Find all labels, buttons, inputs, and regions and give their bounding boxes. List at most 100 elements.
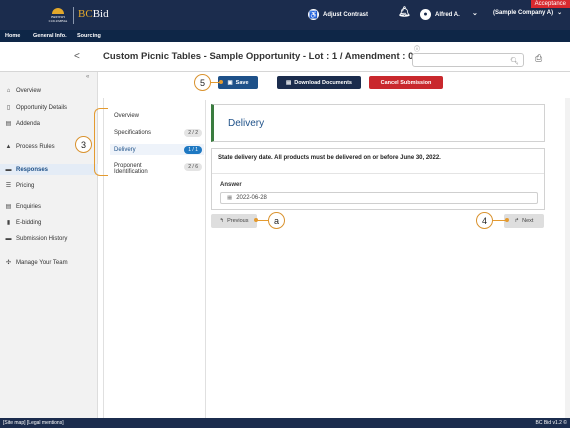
user-avatar-icon: ●: [420, 9, 431, 20]
sidebar-item-label: Overview: [16, 87, 42, 94]
section-count-badge: 2 / 6: [184, 163, 202, 171]
answer-value: 2022-06-28: [236, 195, 267, 201]
page-title: Custom Picnic Tables - Sample Opportunit…: [103, 51, 414, 62]
back-button[interactable]: <: [74, 51, 80, 62]
annotation-marker: 4: [476, 212, 493, 229]
home-icon: ⌂: [6, 87, 11, 94]
sidebar-item-label: Responses: [16, 166, 49, 173]
history-icon: ▬: [5, 235, 12, 242]
previous-label: Previous: [227, 218, 249, 224]
page-header: < Custom Picnic Tables - Sample Opportun…: [0, 42, 570, 72]
brand-suffix: Bid: [92, 8, 109, 20]
chevron-down-icon: ⌄: [557, 10, 563, 16]
scrollbar[interactable]: [565, 98, 570, 418]
save-label: Save: [235, 79, 249, 86]
folder-icon: ▬: [5, 166, 12, 173]
info-icon[interactable]: ⓘ: [414, 44, 420, 53]
cancel-submission-button[interactable]: Cancel Submission: [369, 76, 443, 89]
nav-home[interactable]: Home: [5, 33, 20, 39]
annotation-marker: 5: [194, 74, 211, 91]
environment-badge: Acceptance: [530, 0, 570, 8]
message-icon: ▤: [5, 204, 12, 210]
annotation-marker: a: [268, 212, 285, 229]
sidebar-item-label: Addenda: [16, 120, 41, 127]
question-text: State delivery date. All products must b…: [218, 155, 441, 161]
section-proponent-identification[interactable]: Proponent Identification 2 / 6: [110, 161, 204, 177]
sidebar-item-label: Opportunity Details: [16, 104, 68, 111]
section-label: Proponent Identification: [114, 163, 148, 175]
section-header: Delivery: [211, 104, 545, 142]
download-documents-button[interactable]: ▤ Download Documents: [277, 76, 361, 89]
arrow-right-icon: ↱: [514, 218, 520, 224]
previous-button[interactable]: ↰ Previous: [211, 214, 257, 228]
next-button[interactable]: ↱ Next: [504, 214, 544, 228]
sidebar-item-label: Manage Your Team: [16, 259, 68, 266]
sidebar-item-label: Pricing: [16, 182, 35, 189]
adjust-contrast-button[interactable]: ♿ Adjust Contrast: [308, 9, 368, 20]
warning-icon: ▲: [5, 143, 12, 150]
footer-links[interactable]: [Site map] [Legal mentions]: [3, 420, 64, 426]
cancel-label: Cancel Submission: [380, 79, 432, 86]
annotation-marker: 3: [75, 136, 92, 153]
bell-icon[interactable]: 🔔︎: [398, 7, 411, 18]
adjust-contrast-label: Adjust Contrast: [323, 11, 368, 18]
brand-prefix: BC: [78, 8, 93, 20]
nav-sourcing[interactable]: Sourcing: [77, 33, 101, 39]
question-card: State delivery date. All products must b…: [211, 148, 545, 210]
section-count-badge: 2 / 2: [184, 129, 202, 137]
annotation-dot: [254, 218, 258, 222]
divider: [212, 173, 544, 174]
section-delivery[interactable]: Delivery 1 / 1: [110, 144, 204, 155]
sun-icon: [52, 7, 64, 14]
divider: [205, 100, 206, 418]
top-bar: BRITISH COLUMBIA BCBid ♿ Adjust Contrast…: [0, 0, 570, 30]
company-selector[interactable]: (Sample Company A) ⌄: [493, 9, 563, 17]
logo-divider: [73, 7, 74, 24]
sidebar-item-label: Process Rules: [16, 143, 55, 150]
annotation-dot: [219, 80, 223, 84]
app-brand[interactable]: BCBid: [78, 8, 109, 20]
sidebar-item-label: E-bidding: [16, 219, 42, 226]
sidebar-item-pricing[interactable]: ☰ Pricing: [0, 180, 98, 191]
annotation-bracket: [94, 108, 108, 176]
accessibility-icon: ♿: [308, 9, 319, 20]
bc-logo[interactable]: BRITISH COLUMBIA: [46, 6, 70, 24]
print-icon[interactable]: ⎙: [535, 53, 542, 64]
document-icon: ▯: [6, 105, 11, 111]
file-icon: ▤: [286, 79, 292, 86]
sidebar-item-manage-your-team[interactable]: ✣ Manage Your Team: [0, 257, 98, 268]
version-label: BC Bid v1.2 ©: [535, 420, 567, 426]
next-label: Next: [522, 218, 534, 224]
sidebar-item-enquiries[interactable]: ▤ Enquiries: [0, 201, 98, 212]
search-input[interactable]: 🔍︎: [412, 53, 524, 67]
team-icon: ✣: [5, 260, 12, 266]
answer-date-input[interactable]: ▦ 2022-06-28: [220, 192, 538, 204]
logo-text: BRITISH COLUMBIA: [48, 14, 68, 23]
sidebar-item-e-bidding[interactable]: ▮ E-bidding: [0, 217, 98, 228]
main-nav: Home General Info. Sourcing: [0, 30, 570, 42]
collapse-sidebar-button[interactable]: «: [86, 74, 89, 80]
section-label: Overview: [114, 112, 140, 119]
user-menu[interactable]: ● Alfred A.: [420, 9, 460, 20]
section-overview[interactable]: Overview: [110, 110, 204, 121]
sidebar-item-addenda[interactable]: ▤ Addenda: [0, 118, 98, 129]
footer: [Site map] [Legal mentions] BC Bid v1.2 …: [0, 418, 570, 428]
nav-general-info[interactable]: General Info.: [33, 33, 67, 39]
annotation-line: [257, 220, 269, 221]
sidebar-item-opportunity-details[interactable]: ▯ Opportunity Details: [0, 102, 98, 113]
chevron-down-icon[interactable]: ⌄: [472, 9, 478, 17]
sidebar-item-label: Enquiries: [16, 203, 42, 210]
save-button[interactable]: ▣ Save: [218, 76, 258, 89]
sidebar-item-overview[interactable]: ⌂ Overview: [0, 85, 98, 96]
calendar-icon[interactable]: ▦: [227, 195, 232, 201]
download-label: Download Documents: [294, 79, 352, 86]
annotation-dot: [505, 218, 509, 222]
section-label: Specifications: [114, 129, 152, 136]
section-specifications[interactable]: Specifications 2 / 2: [110, 127, 204, 138]
search-icon[interactable]: 🔍︎: [510, 57, 519, 65]
arrow-left-icon: ↰: [219, 218, 225, 224]
list-icon: ☰: [5, 183, 12, 189]
sidebar-item-responses[interactable]: ▬ Responses: [0, 164, 98, 175]
company-name: (Sample Company A): [493, 9, 554, 16]
sidebar-item-submission-history[interactable]: ▬ Submission History: [0, 233, 98, 244]
